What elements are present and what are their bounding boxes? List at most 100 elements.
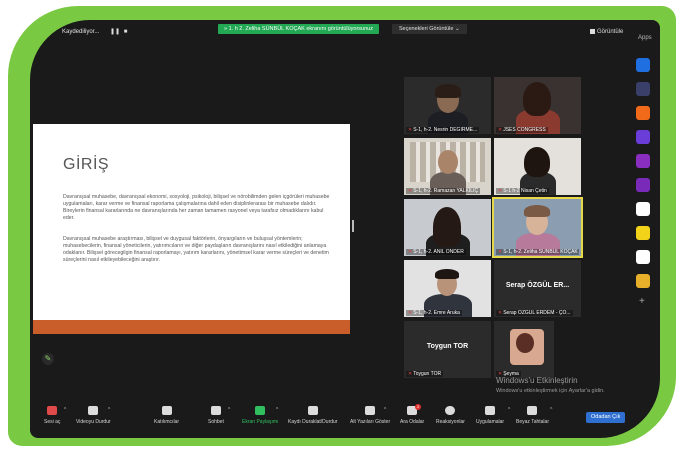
stop-video-button[interactable]: Videoyu Durdur bbox=[76, 406, 111, 425]
pause-stop-recording-button[interactable]: Kaydı Duraklat/Durdur bbox=[288, 406, 337, 425]
breakout-badge: 2 bbox=[415, 404, 422, 410]
shared-slide: GİRİŞ Davranışsal muhasebe, davranışsal … bbox=[33, 124, 350, 334]
breakout-rooms-button[interactable]: 2 Ara Odalar bbox=[400, 404, 424, 425]
grid-app-icon[interactable] bbox=[636, 274, 650, 288]
participant-tile[interactable]: Serap ÖZGÜL ER... ✕Serap ÖZGÜL ERDEM - Ç… bbox=[494, 260, 581, 317]
tile-name: ✕Toygun TOR bbox=[406, 371, 444, 377]
audio-options-caret[interactable]: ^ bbox=[64, 407, 66, 413]
participant-tile[interactable]: ✕S-1, h-2. Ramazan YALKILIÇ bbox=[404, 138, 491, 195]
slides-icon[interactable] bbox=[636, 106, 650, 120]
whiteboard-icon bbox=[527, 406, 538, 415]
record-pause-icon bbox=[307, 406, 318, 415]
muted-mic-icon: ✕ bbox=[408, 188, 413, 194]
slide-title: GİRİŞ bbox=[63, 156, 110, 173]
apps-button[interactable]: Uygulamalar bbox=[476, 406, 504, 425]
breakout-rooms-icon: 2 bbox=[407, 404, 422, 415]
share-screen-button[interactable]: Ekran Paylaşımı bbox=[242, 406, 278, 425]
tile-name: ✕S-1 h-2 Nisan Çetin bbox=[496, 188, 549, 194]
zoom-window: Kaydediliyor... ❚❚ ■ » 1. h 2. Zeliha SÜ… bbox=[30, 20, 660, 438]
muted-mic-icon: ✕ bbox=[498, 310, 503, 316]
participants-button[interactable]: Katılımcılar bbox=[154, 406, 179, 425]
recording-label: Kaydediliyor... bbox=[62, 29, 100, 35]
cc-icon bbox=[365, 406, 376, 415]
windows-activation-title: Windows'u Etkinleştirin bbox=[496, 376, 578, 385]
participant-hair bbox=[524, 147, 550, 177]
tile-name: ✕S-1, h-2. Zeliha SÜNBÜL KOÇAK bbox=[496, 249, 579, 255]
whiteboard-options-caret[interactable]: ^ bbox=[550, 407, 552, 413]
reactions-button[interactable]: Reaksiyonlar bbox=[436, 406, 465, 425]
participant-tile[interactable]: Toygun TOR ✕Toygun TOR bbox=[404, 321, 491, 378]
pause-icon[interactable]: ❚❚ bbox=[110, 29, 120, 36]
muted-mic-icon: ✕ bbox=[498, 127, 503, 133]
d-app-icon[interactable] bbox=[636, 58, 650, 72]
miro-icon[interactable] bbox=[636, 82, 650, 96]
meeting-toolbar: Sesi aç ^ Videoyu Durdur ^ Katılımcılar … bbox=[30, 402, 660, 438]
share-options-caret[interactable]: ^ bbox=[276, 407, 278, 413]
slide-paragraph-2: Davranışsal muhasebe araştırması, bilişs… bbox=[63, 236, 329, 263]
participant-tile[interactable]: ✕S-1, h-2. ANIL ÖNDER bbox=[404, 199, 491, 256]
participant-hair bbox=[433, 207, 461, 247]
participant-tile[interactable]: ✕Şeyma bbox=[494, 321, 554, 378]
tile-name: ✕S-1, h-2. Emre Aruka bbox=[406, 310, 462, 316]
whiteboards-button[interactable]: Beyaz Tahtalar bbox=[516, 406, 549, 425]
video-options-caret[interactable]: ^ bbox=[108, 407, 110, 413]
participant-hair bbox=[435, 269, 459, 279]
view-button[interactable]: Görüntüle bbox=[590, 29, 623, 35]
share-screen-icon bbox=[255, 406, 266, 415]
chat-button[interactable]: Sohbet bbox=[208, 406, 224, 425]
participant-tile[interactable]: ✕JSES CONGRESS bbox=[494, 77, 581, 134]
tile-name: ✕JSES CONGRESS bbox=[496, 127, 548, 133]
view-label: Görüntüle bbox=[597, 29, 624, 36]
grid-icon bbox=[590, 29, 595, 34]
participant-hair bbox=[524, 205, 550, 217]
view-options-button[interactable]: Seçenekleri Görüntüle ⌄ bbox=[392, 24, 467, 34]
smiley-app-icon[interactable] bbox=[636, 226, 650, 240]
windows-activation-subtitle: Windows'u etkinleştirmek için Ayarlar'a … bbox=[496, 388, 605, 394]
tile-name: ✕S-1, h-2. Nesrin DEĞİRME... bbox=[406, 127, 480, 133]
tile-name: ✕Serap ÖZGÜL ERDEM - ÇO... bbox=[496, 310, 573, 316]
wordwall-icon[interactable] bbox=[636, 130, 650, 144]
camera-icon bbox=[88, 406, 99, 415]
twine-icon[interactable] bbox=[636, 250, 650, 264]
participant-tile[interactable]: ✕S-1 h-2 Nisan Çetin bbox=[494, 138, 581, 195]
participants-icon bbox=[161, 406, 172, 415]
participant-tile[interactable]: ✕S-1, h-2. Emre Aruka bbox=[404, 260, 491, 317]
participant-name-center: Serap ÖZGÜL ER... bbox=[505, 282, 570, 289]
tile-name: ✕S-1, h-2. Ramazan YALKILIÇ bbox=[406, 188, 481, 194]
participant-tile-active-speaker[interactable]: ✕S-1, h-2. Zeliha SÜNBÜL KOÇAK bbox=[492, 197, 583, 258]
muted-mic-icon: ✕ bbox=[408, 371, 413, 377]
top-bar: Kaydediliyor... ❚❚ ■ » 1. h 2. Zeliha SÜ… bbox=[30, 20, 660, 42]
participant-tile[interactable]: ✕S-1, h-2. Nesrin DEĞİRME... bbox=[404, 77, 491, 134]
chat-options-caret[interactable]: ^ bbox=[228, 407, 230, 413]
unmute-button[interactable]: Sesi aç bbox=[44, 406, 60, 425]
stop-icon[interactable]: ■ bbox=[122, 29, 129, 36]
tile-name: ✕S-1, h-2. ANIL ÖNDER bbox=[406, 249, 466, 255]
muted-mic-icon: ✕ bbox=[498, 188, 503, 194]
mic-off-icon bbox=[47, 406, 58, 415]
muted-mic-icon: ✕ bbox=[408, 310, 413, 316]
annotate-pencil-icon[interactable]: ✎ bbox=[42, 353, 54, 365]
muted-mic-icon: ✕ bbox=[498, 249, 503, 255]
leave-room-button[interactable]: Odadan Çık bbox=[586, 412, 626, 423]
quiz-icon[interactable] bbox=[636, 154, 650, 168]
muted-mic-icon: ✕ bbox=[408, 249, 413, 255]
participant-face bbox=[438, 150, 458, 174]
slide-footer-bar bbox=[33, 320, 350, 334]
slide-paragraph-1: Davranışsal muhasebe, davranışsal ekonom… bbox=[63, 194, 330, 221]
apps-label: Apps bbox=[638, 35, 652, 41]
chat-icon bbox=[210, 406, 221, 415]
add-app-icon[interactable]: + bbox=[639, 296, 645, 307]
participant-hair bbox=[435, 84, 461, 98]
share-banner: » 1. h 2. Zeliha SÜNBÜL KOÇAK ekranını g… bbox=[218, 24, 379, 34]
participant-name-center: Toygun TOR bbox=[426, 343, 469, 350]
participant-hair bbox=[523, 82, 551, 116]
prezi-icon[interactable] bbox=[636, 178, 650, 192]
apps-options-caret[interactable]: ^ bbox=[508, 407, 510, 413]
kahoot-icon[interactable] bbox=[636, 202, 650, 216]
split-divider-handle[interactable] bbox=[352, 220, 354, 232]
muted-mic-icon: ✕ bbox=[408, 127, 413, 133]
apps-icon bbox=[485, 406, 496, 415]
captions-options-caret[interactable]: ^ bbox=[384, 407, 386, 413]
participant-hair bbox=[516, 333, 534, 353]
reactions-icon bbox=[445, 406, 456, 415]
